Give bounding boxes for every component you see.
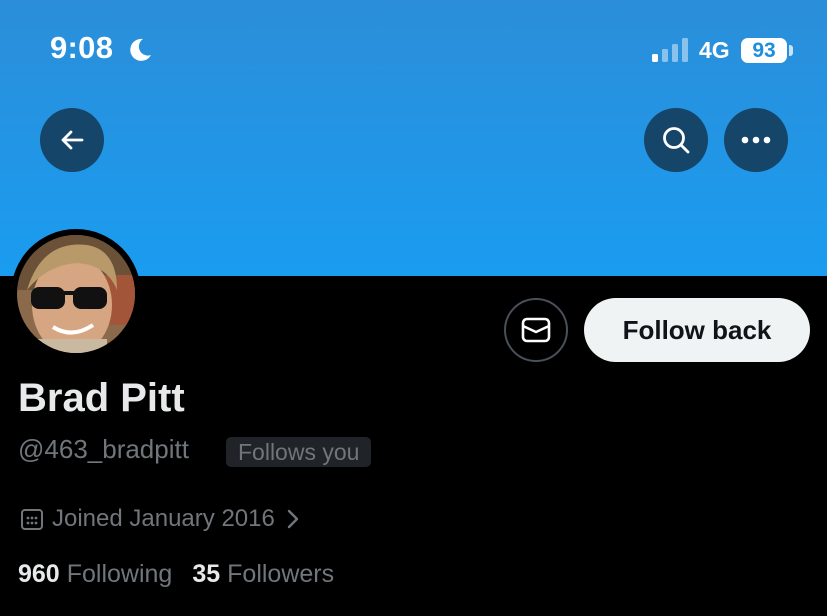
battery-indicator: 93 xyxy=(741,38,787,63)
chevron-right-icon xyxy=(287,509,299,529)
envelope-icon xyxy=(521,317,551,343)
avatar-photo xyxy=(17,235,135,353)
network-type: 4G xyxy=(699,37,730,63)
more-horizontal-icon xyxy=(741,136,771,144)
followers-link[interactable]: 35 Followers xyxy=(192,560,334,589)
profile-screen: 9:08 4G 93 Follow back Brad Pitt @463_br… xyxy=(0,0,827,616)
followers-label: Followers xyxy=(227,560,335,588)
status-time: 9:08 xyxy=(50,30,114,65)
joined-date-row[interactable]: Joined January 2016 xyxy=(20,504,299,534)
follows-you-badge: Follows you xyxy=(226,437,372,467)
search-icon xyxy=(663,127,690,154)
arrow-left-icon xyxy=(61,130,84,150)
signal-icon xyxy=(652,38,688,62)
user-handle: @463_bradpitt xyxy=(18,434,189,464)
more-options-button[interactable] xyxy=(724,108,788,172)
display-name: Brad Pitt xyxy=(18,376,185,420)
search-button[interactable] xyxy=(644,108,708,172)
joined-date: Joined January 2016 xyxy=(52,505,275,532)
moon-icon xyxy=(130,38,151,61)
follow-back-button[interactable]: Follow back xyxy=(584,298,810,362)
back-button[interactable] xyxy=(40,108,104,172)
following-link[interactable]: 960 Following xyxy=(18,560,172,589)
following-count: 960 xyxy=(18,560,60,588)
following-label: Following xyxy=(66,560,173,588)
message-button[interactable] xyxy=(504,298,568,362)
follow-stats: 960 Following 35 Followers xyxy=(18,560,334,589)
battery-nub xyxy=(789,45,793,56)
followers-count: 35 xyxy=(192,560,221,588)
avatar[interactable] xyxy=(11,229,141,359)
calendar-icon xyxy=(21,509,43,530)
